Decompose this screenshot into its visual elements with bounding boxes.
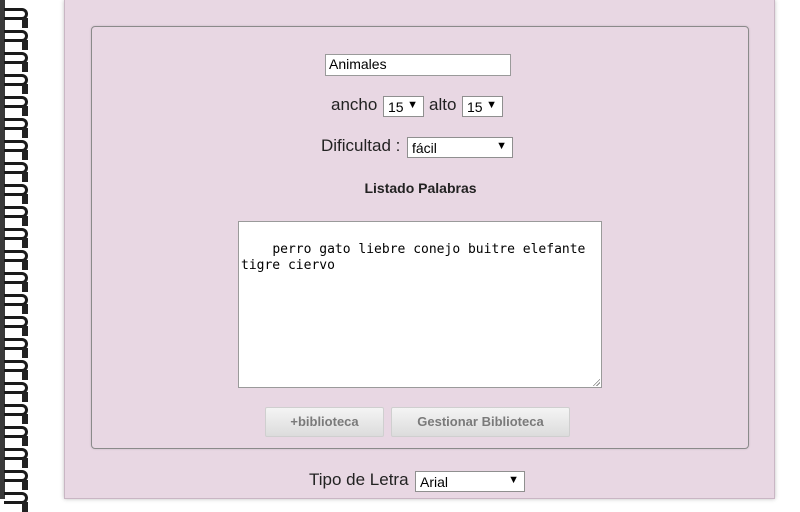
binding-coil [4,52,28,72]
binding-coil [4,360,28,380]
binding-coil [4,448,28,468]
difficulty-select-value: fácil [412,140,437,156]
font-type-select[interactable]: Arial ▼ [415,471,525,492]
form-page: Animales ancho 15 ▼ alto 15 ▼ Dificultad… [64,0,775,499]
binding-coil [4,250,28,270]
word-list-textarea[interactable]: perro gato liebre conejo buitre elefante… [238,221,602,388]
binding-coil [4,382,28,402]
binding-coil [4,492,28,512]
width-select[interactable]: 15 ▼ [383,96,424,117]
binding-coil [4,140,28,160]
chevron-down-icon: ▼ [407,99,418,111]
binding-coil [4,228,28,248]
binding-coil [4,184,28,204]
binding-coil [4,118,28,138]
puzzle-title-input[interactable]: Animales [325,54,511,76]
font-type-label: Tipo de Letra [309,470,409,489]
width-label: ancho [331,95,378,114]
binding-coil [4,30,28,50]
width-select-value: 15 [388,99,404,115]
binding-coil [4,96,28,116]
chevron-down-icon: ▼ [486,99,497,111]
binding-coil [4,74,28,94]
height-select[interactable]: 15 ▼ [462,96,503,117]
binding-coil [4,470,28,490]
word-list-text: perro gato liebre conejo buitre elefante… [241,242,586,273]
binding-coil [4,426,28,446]
manage-library-button[interactable]: Gestionar Biblioteca [391,407,570,437]
height-select-value: 15 [467,99,483,115]
binding-coil [4,294,28,314]
binding-coil [4,8,28,28]
binding-coil [4,162,28,182]
resize-grip-icon[interactable] [592,378,600,386]
height-label: alto [429,95,457,114]
font-type-select-value: Arial [420,474,449,490]
chevron-down-icon: ▼ [496,140,507,152]
binding-coil [4,404,28,424]
add-library-button[interactable]: +biblioteca [265,407,384,437]
binding-coil [4,338,28,358]
binding-coil [4,316,28,336]
spiral-binding [0,0,40,512]
binding-coil [4,206,28,226]
difficulty-select[interactable]: fácil ▼ [407,137,513,158]
difficulty-label: Dificultad : [321,136,401,155]
binding-coil [4,272,28,292]
word-list-heading: Listado Palabras [364,180,477,196]
chevron-down-icon: ▼ [508,474,519,486]
